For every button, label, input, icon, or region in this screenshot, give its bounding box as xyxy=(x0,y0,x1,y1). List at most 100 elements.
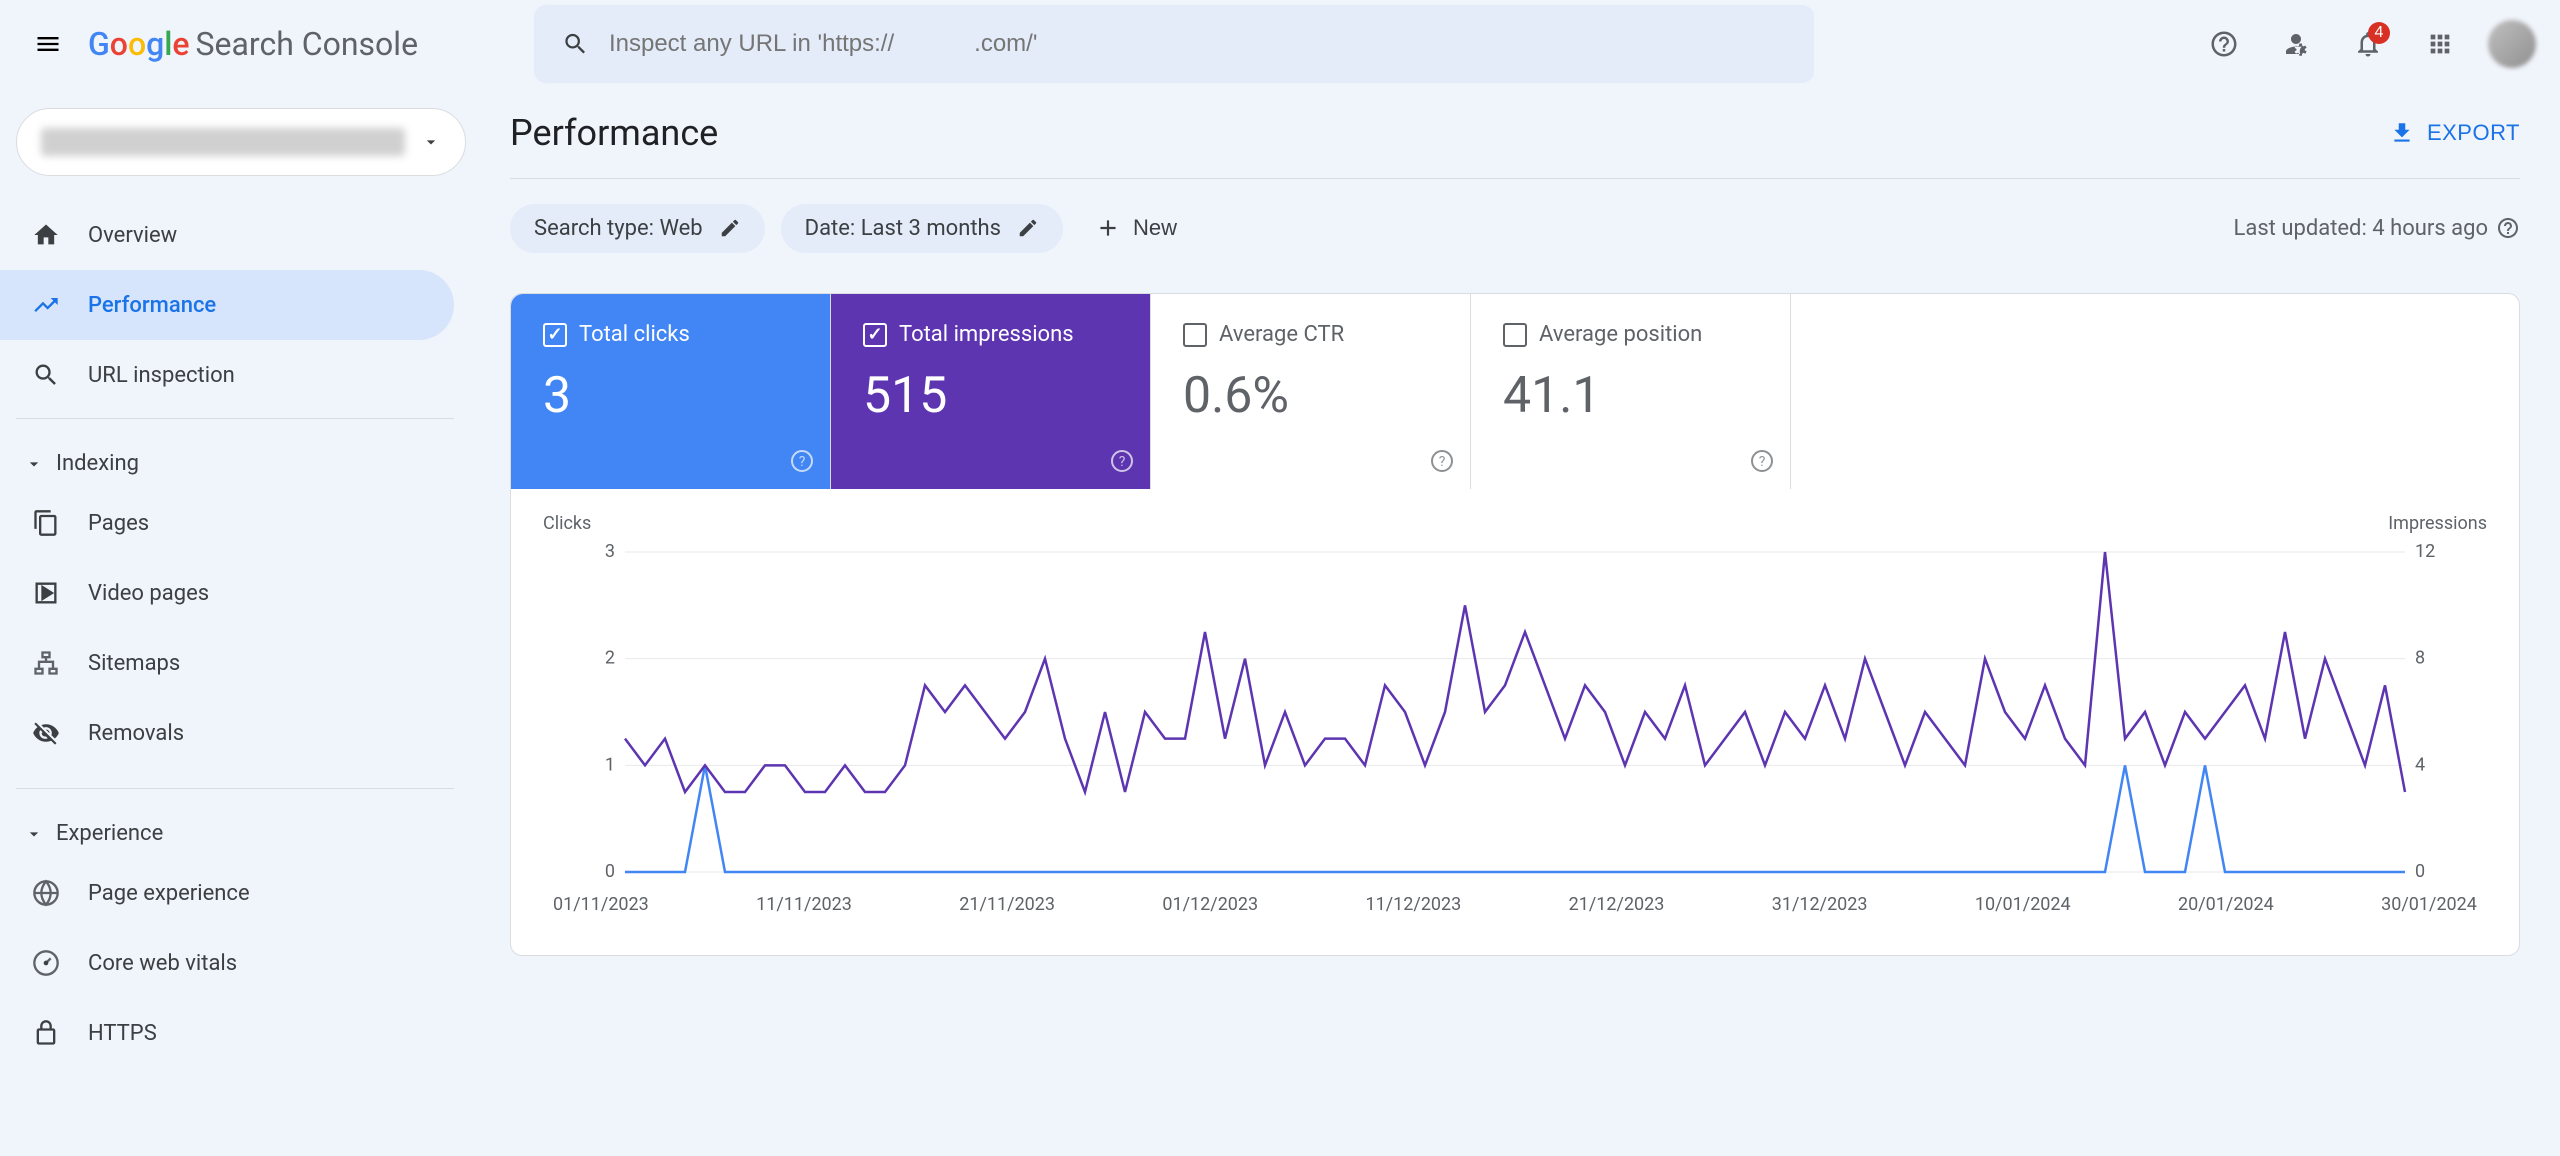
nav-core-web-vitals[interactable]: Core web vitals xyxy=(0,928,454,998)
metric-average-ctr[interactable]: Average CTR 0.6% ? xyxy=(1151,294,1471,489)
export-button[interactable]: EXPORT xyxy=(2389,120,2520,146)
svg-text:0: 0 xyxy=(605,861,615,882)
nav-section-header-indexing[interactable]: Indexing xyxy=(16,439,454,488)
chevron-down-icon xyxy=(24,454,44,474)
nav-label: Pages xyxy=(88,511,149,536)
globe-icon xyxy=(32,879,60,907)
google-logo: Google xyxy=(88,25,190,63)
help-icon[interactable]: ? xyxy=(790,449,814,473)
nav-section-indexing: Indexing Pages Video pages Sitemaps Remo… xyxy=(16,418,454,780)
last-updated: Last updated: 4 hours ago xyxy=(2234,216,2520,241)
metric-value: 3 xyxy=(543,367,798,425)
metric-label: Total clicks xyxy=(579,322,690,347)
nav-url-inspection[interactable]: URL inspection xyxy=(0,340,454,410)
video-icon xyxy=(32,579,60,607)
nav-label: Video pages xyxy=(88,581,209,606)
eye-off-icon xyxy=(32,719,60,747)
help-icon[interactable] xyxy=(2496,216,2520,240)
hamburger-icon xyxy=(34,30,62,58)
sidebar: Overview Performance URL inspection Inde… xyxy=(0,88,470,1156)
help-icon[interactable]: ? xyxy=(1430,449,1454,473)
performance-chart[interactable]: 012304812 xyxy=(543,542,2487,882)
pencil-icon xyxy=(1017,217,1039,239)
nav-label: Sitemaps xyxy=(88,651,180,676)
app-logo[interactable]: Google Search Console xyxy=(88,25,418,63)
chip-label: Date: Last 3 months xyxy=(805,216,1001,241)
filter-date[interactable]: Date: Last 3 months xyxy=(781,204,1063,253)
users-button[interactable] xyxy=(2272,20,2320,68)
home-icon xyxy=(32,221,60,249)
sitemap-icon xyxy=(32,649,60,677)
nav-label: Page experience xyxy=(88,881,250,906)
nav-section-experience: Experience Page experience Core web vita… xyxy=(16,788,454,1080)
svg-text:?: ? xyxy=(1119,454,1126,470)
nav-page-experience[interactable]: Page experience xyxy=(0,858,454,928)
metric-value: 41.1 xyxy=(1503,367,1758,425)
metric-label: Total impressions xyxy=(899,322,1074,347)
help-icon xyxy=(2209,29,2239,59)
svg-text:1: 1 xyxy=(605,754,615,775)
app-name-suffix: Search Console xyxy=(196,25,419,63)
nav-section-title: Indexing xyxy=(56,451,139,476)
checkbox-unchecked-icon xyxy=(1183,323,1207,347)
export-label: EXPORT xyxy=(2427,120,2520,146)
new-label: New xyxy=(1133,215,1177,241)
user-settings-icon xyxy=(2281,29,2311,59)
new-filter-button[interactable]: New xyxy=(1079,203,1193,253)
svg-text:8: 8 xyxy=(2415,648,2425,669)
nav-https[interactable]: HTTPS xyxy=(0,998,454,1068)
lock-icon xyxy=(32,1019,60,1047)
svg-text:3: 3 xyxy=(605,542,615,562)
apps-button[interactable] xyxy=(2416,20,2464,68)
nav-performance[interactable]: Performance xyxy=(0,270,454,340)
svg-text:4: 4 xyxy=(2415,754,2425,775)
filter-search-type[interactable]: Search type: Web xyxy=(510,204,765,253)
notification-badge: 4 xyxy=(2368,22,2390,44)
nav-section-title: Experience xyxy=(56,821,163,846)
header-actions: 4 xyxy=(2200,20,2536,68)
nav-label: HTTPS xyxy=(88,1021,157,1046)
nav-video-pages[interactable]: Video pages xyxy=(0,558,454,628)
metric-total-impressions[interactable]: Total impressions 515 ? xyxy=(831,294,1151,489)
chip-label: Search type: Web xyxy=(534,216,703,241)
trending-icon xyxy=(32,291,60,319)
download-icon xyxy=(2389,120,2415,146)
menu-button[interactable] xyxy=(24,20,72,68)
nav-removals[interactable]: Removals xyxy=(0,698,454,768)
x-axis-ticks: 01/11/202311/11/202321/11/202301/12/2023… xyxy=(543,894,2487,915)
nav-label: Overview xyxy=(88,223,177,248)
filters-row: Search type: Web Date: Last 3 months New… xyxy=(510,178,2520,277)
nav-section-header-experience[interactable]: Experience xyxy=(16,809,454,858)
nav-overview[interactable]: Overview xyxy=(0,200,454,270)
search-icon xyxy=(562,30,589,58)
account-avatar[interactable] xyxy=(2488,20,2536,68)
help-icon[interactable]: ? xyxy=(1750,449,1774,473)
metric-value: 0.6% xyxy=(1183,367,1438,425)
help-icon[interactable]: ? xyxy=(1110,449,1134,473)
notifications-button[interactable]: 4 xyxy=(2344,20,2392,68)
search-icon xyxy=(32,361,60,389)
checkbox-unchecked-icon xyxy=(1503,323,1527,347)
plus-icon xyxy=(1095,215,1121,241)
metric-total-clicks[interactable]: Total clicks 3 ? xyxy=(511,294,831,489)
app-header: Google Search Console 4 xyxy=(0,0,2560,88)
y-axis-right-label: Impressions xyxy=(2388,513,2487,534)
nav-sitemaps[interactable]: Sitemaps xyxy=(0,628,454,698)
checkbox-checked-icon xyxy=(543,323,567,347)
page-title: Performance xyxy=(510,112,718,154)
property-name-blurred xyxy=(41,128,405,156)
nav-pages[interactable]: Pages xyxy=(0,488,454,558)
property-selector[interactable] xyxy=(16,108,466,176)
chevron-down-icon xyxy=(421,132,441,152)
pages-icon xyxy=(32,509,60,537)
y-axis-left-label: Clicks xyxy=(543,513,591,534)
chevron-down-icon xyxy=(24,824,44,844)
metric-average-position[interactable]: Average position 41.1 ? xyxy=(1471,294,1791,489)
help-button[interactable] xyxy=(2200,20,2248,68)
nav-label: Performance xyxy=(88,293,216,318)
svg-text:12: 12 xyxy=(2415,542,2435,562)
svg-text:0: 0 xyxy=(2415,861,2425,882)
url-inspect-search[interactable] xyxy=(534,5,1814,83)
url-inspect-input[interactable] xyxy=(609,30,1786,58)
main-content: Performance EXPORT Search type: Web Date… xyxy=(470,88,2560,1156)
